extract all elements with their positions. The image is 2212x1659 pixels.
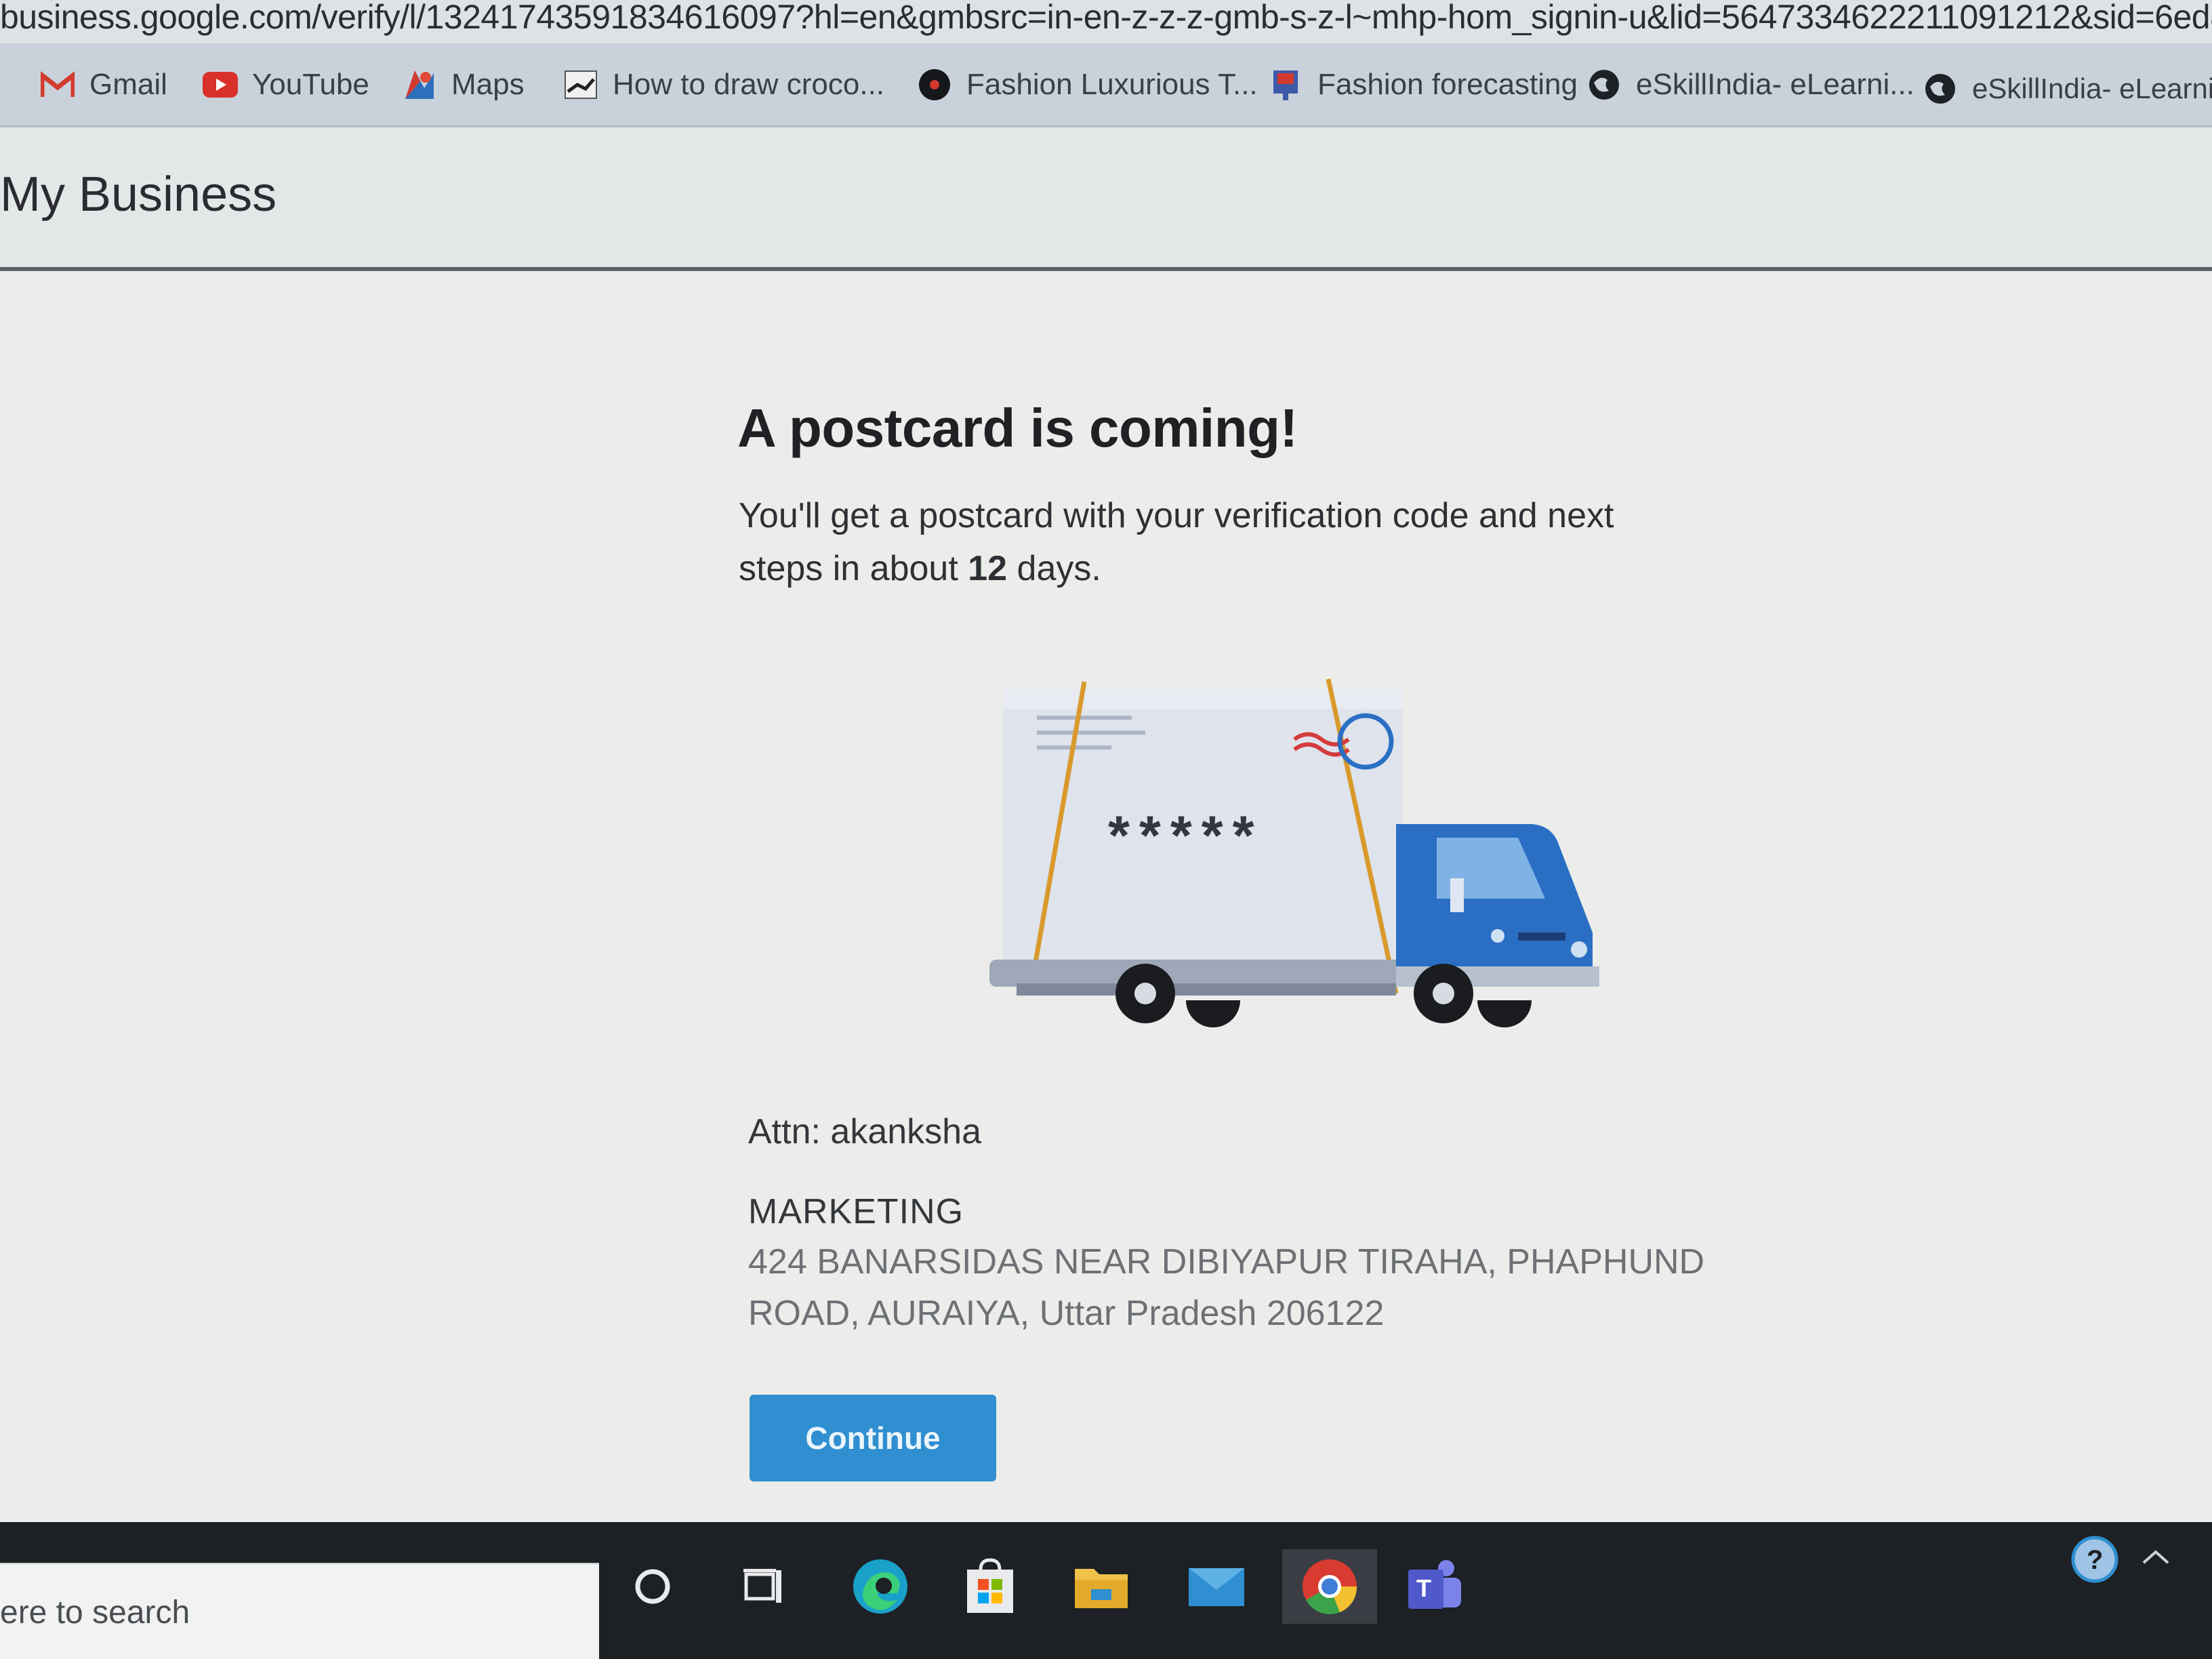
edge-icon[interactable] [843,1549,918,1624]
postcard-truck-illustration: ***** [962,675,1626,1054]
bookmark-croco[interactable]: How to draw croco... [562,61,884,108]
task-view-icon[interactable] [726,1549,801,1624]
continue-button[interactable]: Continue [750,1395,996,1481]
globe-icon [1922,70,1959,107]
bookmarks-bar: Gmail YouTube Maps How to draw croco... … [0,43,2212,127]
bookmark-youtube[interactable]: YouTube [202,61,369,108]
bookmark-label: Fashion Luxurious T... [966,68,1258,101]
globe-icon [1586,66,1622,103]
bookmark-label: eSkillIndia- eLearni... [1972,73,2212,104]
business-name: MARKETING [748,1192,964,1231]
bookmark-eskillindia-1[interactable]: eSkillIndia- eLearni... [1586,61,1914,108]
svg-text:?: ? [2087,1545,2103,1575]
verification-code-mask: ***** [1108,805,1264,867]
bookmark-eskillindia-2[interactable]: eSkillIndia- eLearni... [1922,65,2212,112]
maps-icon [401,66,438,103]
url-text[interactable]: business.google.com/verify/l/13241743591… [0,0,2212,37]
bookmark-label: Gmail [89,68,167,101]
bookmark-label: Maps [451,68,525,101]
app-header: My Business [0,127,2212,271]
business-address: 424 BANARSIDAS NEAR DIBIYAPUR TIRAHA, PH… [748,1242,1705,1333]
bookmark-label: eSkillIndia- eLearni... [1636,68,1914,101]
description-suffix: days. [1007,549,1101,588]
gmail-icon [39,66,76,103]
product-title[interactable]: My Business [0,167,276,222]
svg-text:T: T [1416,1574,1431,1602]
file-explorer-icon[interactable] [1064,1549,1139,1624]
site-icon [916,66,953,103]
verification-panel: A postcard is coming! You'll get a postc… [0,275,2212,1522]
address-bar[interactable]: business.google.com/verify/l/13241743591… [0,0,2212,43]
youtube-icon [202,66,239,103]
description: You'll get a postcard with your verifica… [739,489,1687,595]
delivery-days: 12 [968,549,1008,588]
store-icon[interactable] [953,1549,1027,1624]
taskbar-search-box[interactable]: ere to search [0,1563,599,1659]
site-icon [1267,66,1304,103]
chrome-icon[interactable] [1282,1549,1377,1624]
bookmark-fashion-luxurious[interactable]: Fashion Luxurious T... [916,61,1258,108]
cortana-icon[interactable] [615,1549,690,1624]
bookmark-label: YouTube [252,68,369,101]
page-icon [562,66,599,103]
help-icon[interactable]: ? [2057,1522,2132,1597]
bookmark-label: Fashion forecasting [1317,68,1578,101]
search-placeholder: ere to search [0,1595,190,1631]
chevron-up-icon[interactable] [2125,1519,2186,1594]
mail-icon[interactable] [1179,1549,1254,1624]
bookmark-gmail[interactable]: Gmail [39,61,167,108]
teams-icon[interactable]: T [1397,1549,1472,1624]
attention-line: Attn: akanksha [748,1112,981,1151]
bookmark-maps[interactable]: Maps [401,61,525,108]
page-title: A postcard is coming! [737,398,1298,458]
bookmark-fashion-forecasting[interactable]: Fashion forecasting [1267,61,1578,108]
bookmark-label: How to draw croco... [613,68,885,101]
description-text: You'll get a postcard with your verifica… [739,496,1614,588]
